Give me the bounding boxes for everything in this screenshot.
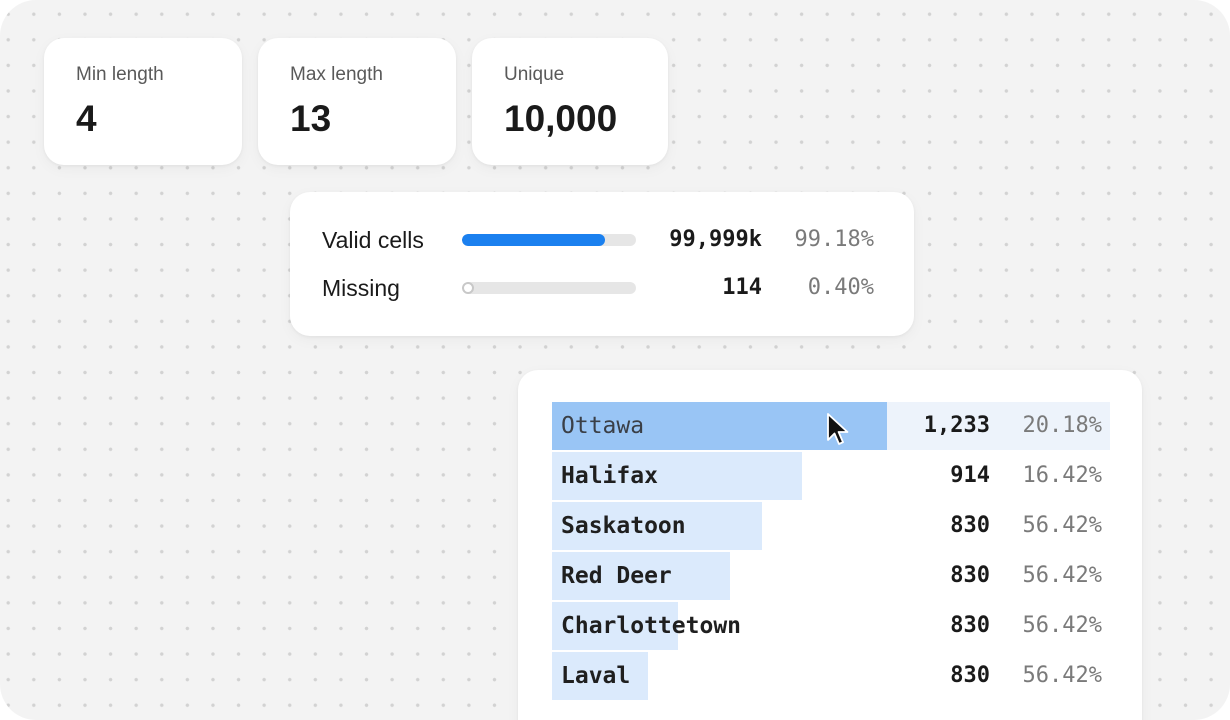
value-percent: 56.42%	[1022, 513, 1102, 538]
value-row[interactable]: Saskatoon 830 56.42%	[552, 502, 1110, 550]
value-percent: 56.42%	[1022, 663, 1102, 688]
value-name: Saskatoon	[561, 513, 686, 539]
value-count: 830	[950, 563, 990, 588]
value-name: Red Deer	[561, 563, 672, 589]
quality-progress-bar	[462, 234, 636, 246]
quality-row-missing: Missing 114 0.40%	[290, 273, 914, 303]
quality-percent: 0.40%	[807, 275, 874, 300]
value-count: 830	[950, 663, 990, 688]
quality-count: 99,999k	[669, 227, 762, 252]
value-count: 830	[950, 613, 990, 638]
value-count: 914	[950, 463, 990, 488]
value-row[interactable]: Halifax 914 16.42%	[552, 452, 1110, 500]
stat-card-min-length: Min length 4	[44, 38, 242, 165]
mouse-pointer-icon	[827, 413, 849, 445]
dotted-canvas: Min length 4 Max length 13 Unique 10,000…	[0, 0, 1230, 720]
value-name: Halifax	[561, 463, 658, 489]
quality-percent: 99.18%	[794, 227, 874, 252]
value-count: 1,233	[923, 413, 990, 438]
stat-card-unique: Unique 10,000	[472, 38, 668, 165]
quality-progress-fill	[462, 234, 605, 246]
value-count: 830	[950, 513, 990, 538]
quality-label: Valid cells	[322, 227, 424, 253]
value-percent: 56.42%	[1022, 563, 1102, 588]
quality-progress-dot	[462, 282, 474, 294]
quality-count: 114	[722, 275, 762, 300]
value-name: Laval	[561, 663, 631, 689]
quality-label: Missing	[322, 275, 400, 301]
data-quality-card: Valid cells 99,999k 99.18% Missing 114 0…	[290, 192, 914, 336]
stat-label: Unique	[504, 64, 565, 85]
stat-label: Min length	[76, 64, 164, 85]
quality-row-valid: Valid cells 99,999k 99.18%	[290, 225, 914, 255]
value-row[interactable]: Laval 830 56.42%	[552, 652, 1110, 700]
stat-label: Max length	[290, 64, 383, 85]
value-percent: 20.18%	[1022, 413, 1102, 438]
value-name: Ottawa	[561, 413, 645, 439]
quality-progress-bar	[462, 282, 636, 294]
value-percent: 16.42%	[1022, 463, 1102, 488]
stat-value: 13	[290, 98, 332, 139]
stat-value: 10,000	[504, 98, 618, 139]
value-row[interactable]: Charlottetown 830 56.42%	[552, 602, 1110, 650]
value-percent: 56.42%	[1022, 613, 1102, 638]
value-name: Charlottetown	[561, 613, 742, 639]
value-row[interactable]: Red Deer 830 56.42%	[552, 552, 1110, 600]
stat-value: 4	[76, 98, 97, 139]
stat-card-max-length: Max length 13	[258, 38, 456, 165]
